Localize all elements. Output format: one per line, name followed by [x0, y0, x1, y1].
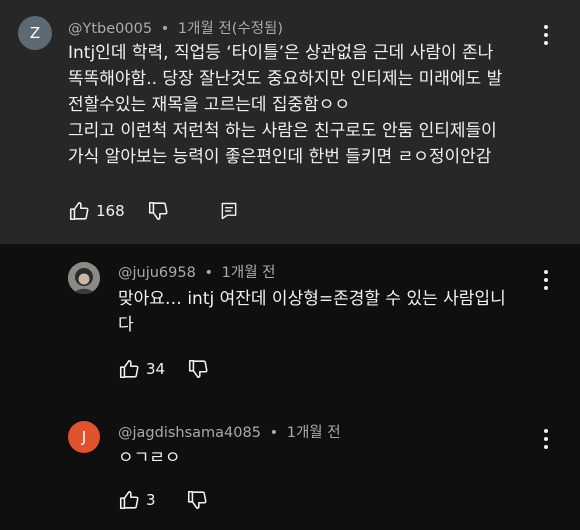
- avatar[interactable]: J: [68, 421, 100, 453]
- thumbs-down-icon: [187, 490, 207, 510]
- avatar[interactable]: Z: [18, 16, 52, 50]
- like-button[interactable]: 34: [118, 358, 165, 380]
- like-button[interactable]: 168: [68, 200, 125, 222]
- comment-actions: 168: [68, 200, 239, 222]
- author-handle[interactable]: @jagdishsama4085: [118, 425, 261, 441]
- comment-reply-icon: [221, 202, 237, 220]
- avatar[interactable]: [68, 262, 100, 294]
- comment-timestamp[interactable]: 1개월 전(수정됨): [178, 21, 283, 37]
- comment-meta: @jagdishsama4085 • 1개월 전: [118, 421, 341, 442]
- dislike-button[interactable]: [147, 200, 169, 222]
- thumbs-down-icon: [189, 359, 208, 379]
- author-handle[interactable]: @Ytbe0005: [68, 21, 152, 37]
- like-count: 34: [146, 360, 166, 378]
- reply-comment: @juju6958 • 1개월 전 맞아요… intj 여잔데 이상형=존경할 …: [0, 244, 580, 399]
- comment-timestamp[interactable]: 1개월 전: [222, 265, 276, 281]
- dislike-button[interactable]: [186, 489, 208, 511]
- avatar-letter: J: [81, 428, 87, 446]
- comment-text: 맞아요… intj 여잔데 이상형=존경할 수 있는 사람입니 다: [118, 289, 506, 335]
- thumbs-up-icon: [69, 201, 89, 221]
- comment-text: Intj인데 학력, 직업등 ‘타이틀’은 상관없음 근데 사람이 존나 똑똑해…: [68, 43, 503, 167]
- separator-dot: •: [269, 425, 279, 441]
- like-button[interactable]: 3: [118, 489, 156, 511]
- separator-dot: •: [160, 21, 170, 37]
- like-count: 168: [96, 202, 125, 220]
- author-handle[interactable]: @juju6958: [118, 265, 196, 281]
- separator-dot: •: [204, 265, 214, 281]
- reply-comment: J @jagdishsama4085 • 1개월 전 ㅇㄱㄹㅇ 3: [0, 399, 580, 530]
- thumbs-up-icon: [119, 359, 139, 379]
- profile-photo-icon: [68, 262, 100, 294]
- comment-text: ㅇㄱㄹㅇ: [118, 448, 181, 468]
- comment-meta: @juju6958 • 1개월 전: [118, 261, 275, 282]
- thumbs-down-icon: [148, 201, 168, 221]
- comment-actions: 34: [118, 358, 209, 380]
- like-count: 3: [146, 491, 156, 509]
- comment-timestamp[interactable]: 1개월 전: [287, 425, 341, 441]
- comment-actions: 3: [118, 489, 208, 511]
- comment-meta: @Ytbe0005 • 1개월 전(수정됨): [68, 17, 283, 38]
- thumbs-up-icon: [119, 490, 139, 510]
- dislike-button[interactable]: [187, 358, 209, 380]
- comment-thread-top: Z @Ytbe0005 • 1개월 전(수정됨) Intj인데 학력, 직업등 …: [0, 0, 580, 244]
- reply-button[interactable]: [219, 201, 239, 221]
- avatar-letter: Z: [29, 24, 41, 42]
